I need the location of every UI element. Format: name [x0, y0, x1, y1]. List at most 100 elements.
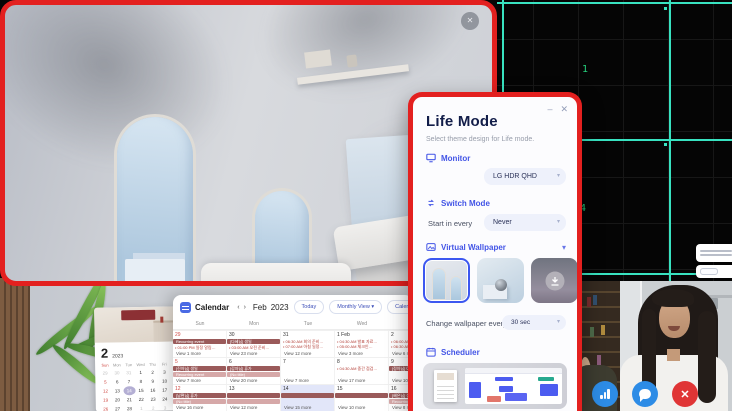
event-bar[interactable] — [335, 393, 388, 398]
end-call-button[interactable]: ✕ — [672, 381, 698, 407]
event-item[interactable]: • 04:30 AM 중간 점검… — [337, 366, 386, 371]
smile — [668, 326, 680, 331]
event-item[interactable]: • 01:00 PM 일정 알림… — [175, 345, 224, 350]
monitor-dropdown-value: LG HDR QHD — [493, 173, 537, 180]
calendar-month-label: Feb — [253, 303, 267, 312]
mini-calendar-day: 1 — [135, 404, 147, 411]
tiny-person-graphic — [160, 317, 163, 323]
view-more-link[interactable]: View 16 more — [176, 405, 203, 410]
wood-slat-panel — [0, 278, 30, 411]
mini-calendar-day: 1 — [135, 368, 147, 377]
wallpaper-thumb-download[interactable] — [531, 258, 578, 303]
calendar-day-header: Mon — [227, 319, 281, 329]
view-mode-dropdown[interactable]: Monthly View ▾ — [329, 300, 382, 314]
close-icon[interactable]: ✕ — [461, 12, 479, 30]
tooltip-text-line — [700, 250, 732, 252]
close-icon[interactable]: ✕ — [560, 104, 568, 115]
mini-calendar-day: 30 — [111, 368, 123, 377]
chart-top-line — [497, 2, 732, 4]
calendar-app-header: Calendar ‹ › Feb 2023 Today Monthly View… — [173, 295, 413, 319]
window-controls: – ✕ — [547, 104, 568, 115]
calendar-day-cell[interactable]: 30[다혜님] 생일• 03:00 AM 오전 준비…View 23 more — [227, 331, 281, 357]
calendar-day-cell[interactable]: 14View 15 more — [281, 385, 335, 411]
event-item[interactable]: • 05:00 AM 체크인… — [337, 344, 386, 349]
scheduler-preview[interactable] — [423, 363, 567, 409]
view-more-link[interactable]: View 15 more — [284, 405, 311, 410]
calendar-week-row: 12[남편님] 휴가(No title)View 16 more13View 1… — [173, 384, 413, 411]
calendar-day-cell[interactable]: 7View 7 more — [281, 358, 335, 384]
mini-calendar-day: 12 — [99, 387, 111, 396]
switch-interval-dropdown[interactable]: Never ▾ — [484, 214, 566, 231]
tooltip-ok-button[interactable] — [700, 268, 718, 275]
calendar-day-cell[interactable]: 31• 06:30 AM 회의 준비…• 07:00 AM 아침 일정…View… — [281, 331, 335, 357]
event-item[interactable]: • 03:00 AM 오전 준비… — [229, 345, 278, 350]
calendar-week-row: 29Recurring event• 01:00 PM 일정 알림…View 1… — [173, 330, 413, 357]
mini-calendar-day: 28 — [123, 404, 135, 411]
view-more-link[interactable]: View 12 more — [284, 351, 311, 356]
tooltip-text-line — [700, 254, 732, 256]
call-controls: ✕ — [592, 381, 698, 407]
calendar-day-cell[interactable]: 13View 12 more — [227, 385, 281, 411]
thumb-arch — [451, 277, 461, 300]
calendar-day-cell[interactable]: 29Recurring event• 01:00 PM 일정 알림…View 1… — [173, 331, 227, 357]
calendar-day-cell[interactable]: 1 Feb• 04:30 AM 발표 자료…• 05:00 AM 체크인…Vie… — [335, 331, 389, 357]
mini-calendar-day: 3 — [159, 403, 171, 411]
event-bar[interactable]: (No title) — [227, 372, 280, 377]
mini-calendar-day: 27 — [112, 404, 124, 411]
preview-event-block — [469, 382, 481, 398]
calendar-week-row: 5[진아님] 생일Recurring eventView 7 more6[감자님… — [173, 357, 413, 384]
view-more-link[interactable]: View 3 more — [338, 351, 363, 356]
wallpaper-thumb-arches-selected[interactable] — [423, 258, 470, 303]
calendar-day-cell[interactable]: 8• 04:30 AM 중간 점검…View 17 more — [335, 358, 389, 384]
switch-mode-icon — [426, 198, 436, 208]
calendar-day-cell[interactable]: 15 View 10 more — [335, 385, 389, 411]
event-bar[interactable]: [진아님] 생일 — [173, 366, 226, 371]
wallpaper-interval-dropdown[interactable]: 30 sec ▾ — [502, 315, 566, 330]
today-button[interactable]: Today — [294, 300, 325, 314]
view-more-link[interactable]: View 10 more — [338, 405, 365, 410]
event-bar[interactable] — [227, 399, 280, 404]
view-more-link[interactable]: View 12 more — [230, 405, 257, 410]
thumb-arch — [433, 269, 445, 299]
switch-mode-section: Switch Mode — [426, 198, 490, 208]
stats-button[interactable] — [592, 381, 618, 407]
mini-calendar-day: 31 — [123, 368, 135, 377]
mini-calendar-day: 8 — [135, 377, 147, 386]
event-bar[interactable]: (No title) — [173, 399, 226, 404]
cell-date: 15 — [337, 386, 386, 393]
switch-interval-value: Never — [493, 219, 512, 226]
calendar-day-cell[interactable]: 5[진아님] 생일Recurring eventView 7 more — [173, 358, 227, 384]
event-bar[interactable]: [감자님] 휴가 — [227, 366, 280, 371]
minimize-icon[interactable]: – — [547, 104, 552, 115]
life-mode-panel: – ✕ Life Mode Select theme design for Li… — [408, 92, 582, 411]
cell-date: 31 — [283, 332, 332, 339]
event-item[interactable]: • 07:00 AM 아침 일정… — [283, 344, 332, 349]
prev-month-arrow[interactable]: ‹ — [237, 304, 239, 311]
view-more-link[interactable]: View 1 more — [176, 351, 201, 356]
preview-event-block — [499, 386, 513, 392]
event-bar[interactable]: [남편님] 휴가 — [173, 393, 226, 398]
event-bar[interactable]: Recurring event — [173, 339, 226, 344]
event-bar[interactable] — [281, 393, 334, 398]
monitor-dropdown[interactable]: LG HDR QHD ▾ — [484, 168, 566, 185]
calendar-day-cell[interactable]: 6[감자님] 휴가(No title)View 20 more — [227, 358, 281, 384]
mini-calendar-day: 5 — [99, 378, 111, 387]
calendar-day-cell[interactable]: 12[남편님] 휴가(No title)View 16 more — [173, 385, 227, 411]
view-more-link[interactable]: View 23 more — [230, 351, 257, 356]
event-bar[interactable]: Recurring event — [173, 372, 226, 377]
next-month-arrow[interactable]: › — [244, 304, 246, 311]
chat-button[interactable] — [632, 381, 658, 407]
chevron-down-icon: ▾ — [557, 315, 560, 330]
wallpaper-thumb-sphere[interactable] — [477, 258, 524, 303]
event-bar[interactable]: [다혜님] 생일 — [227, 339, 280, 344]
chart-axis-label-1: 1 — [582, 64, 588, 75]
view-more-link[interactable]: View 7 more — [176, 378, 201, 383]
mini-calendar-day: 24 — [159, 394, 171, 403]
event-bar[interactable] — [227, 393, 280, 398]
view-more-link[interactable]: View 20 more — [230, 378, 257, 383]
view-more-link[interactable]: View 17 more — [338, 378, 365, 383]
virtual-wallpaper-label: Virtual Wallpaper — [441, 243, 506, 252]
view-more-link[interactable]: View 7 more — [284, 378, 309, 383]
collapse-chevron-icon[interactable]: ▾ — [562, 243, 566, 252]
woman-hair-top — [652, 289, 694, 307]
